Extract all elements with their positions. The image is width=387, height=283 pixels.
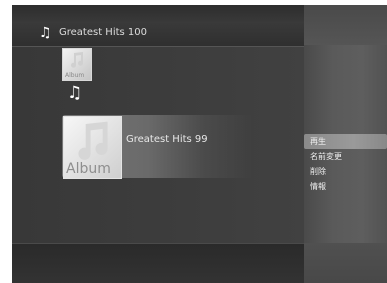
- panel-bottom: [304, 243, 387, 283]
- album-art-icon: [71, 52, 84, 68]
- context-menu-panel: 再生 名前変更 削除 情報: [304, 5, 387, 283]
- album-art-icon: [78, 121, 108, 160]
- menu-item-play[interactable]: 再生: [304, 134, 387, 149]
- header-bar: ♫ Greatest Hits 100: [12, 22, 304, 47]
- menu-item-delete[interactable]: 削除: [304, 164, 387, 179]
- media-browser-screen: ♫ Greatest Hits 100 Album ♫ Album Greate…: [12, 5, 387, 283]
- menu-item-info[interactable]: 情報: [304, 179, 387, 194]
- context-menu: 再生 名前変更 削除 情報: [304, 134, 387, 194]
- music-note-icon[interactable]: ♫: [67, 83, 85, 103]
- top-band: [12, 5, 304, 22]
- menu-item-rename[interactable]: 名前変更: [304, 149, 387, 164]
- album-thumbnail-small[interactable]: Album: [62, 48, 92, 81]
- item-list: Album ♫ Album Greatest Hits 99: [12, 47, 304, 243]
- list-item-title[interactable]: Greatest Hits 99: [126, 134, 208, 146]
- album-thumbnail-large[interactable]: Album: [63, 116, 122, 179]
- panel-top: [304, 5, 387, 45]
- header-title: Greatest Hits 100: [59, 27, 147, 38]
- music-note-icon: ♫: [39, 25, 52, 41]
- album-thumb-label: Album: [65, 72, 85, 79]
- album-thumb-label: Album: [66, 161, 111, 177]
- bottom-band: [12, 243, 304, 283]
